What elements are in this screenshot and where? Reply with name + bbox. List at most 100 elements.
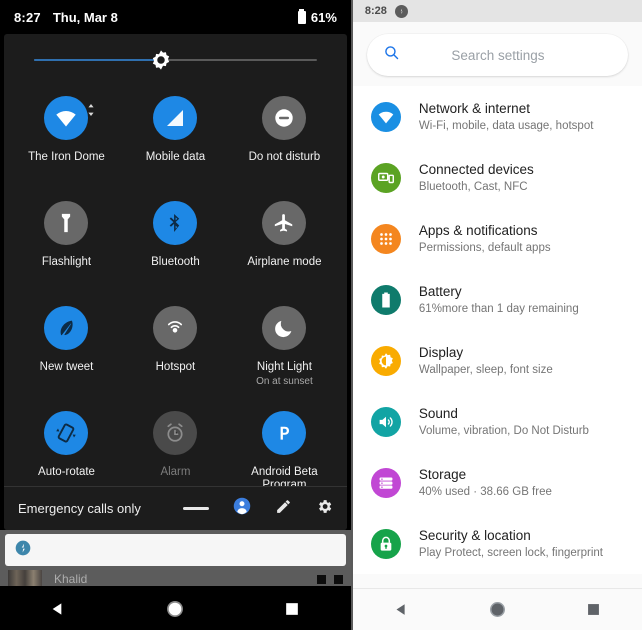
chevron-down-icon[interactable] <box>87 104 95 116</box>
qs-tile-label: Alarm <box>160 466 191 478</box>
back-triangle-icon[interactable] <box>371 589 431 630</box>
settings-item-subtitle: 40% used · 38.66 GB free <box>418 485 552 498</box>
settings-item-subtitle: Play Protect, screen lock, fingerprint <box>418 546 603 559</box>
search-bar[interactable]: Search settings <box>366 34 628 76</box>
alarm-icon <box>153 411 198 455</box>
qs-tile-flashlight[interactable]: Flashlight <box>12 191 121 296</box>
qs-tile-label: Auto-rotate <box>38 466 95 478</box>
storage-icon <box>370 467 401 498</box>
settings-list-item[interactable]: Network & internet Wi-Fi, mobile, data us… <box>353 86 642 147</box>
search-input[interactable]: Search settings <box>400 48 596 63</box>
settings-status-bar: 8:28 <box>352 0 642 22</box>
settings-item-subtitle: Volume, vibration, Do Not Disturb <box>418 424 589 437</box>
qs-tile-label: Airplane mode <box>247 256 322 268</box>
settings-list-item[interactable]: Security & location Play Protect, screen … <box>353 513 642 574</box>
qs-tile-label: Hotspot <box>155 361 196 373</box>
qs-status-right: 61% <box>297 8 337 25</box>
qs-navigation-bar <box>0 588 351 630</box>
settings-item-subtitle: 61%more than 1 day remaining <box>418 302 579 315</box>
qs-status-time: 8:27 <box>14 9 41 25</box>
hotspot-icon <box>153 306 198 350</box>
do-not-disturb-icon <box>262 96 307 140</box>
brightness-track[interactable] <box>34 50 317 70</box>
back-triangle-icon[interactable] <box>28 588 88 630</box>
brightness-slider-row[interactable] <box>4 34 347 86</box>
qs-tile-label: The Iron Dome <box>28 151 105 163</box>
qs-tile-mobile-data[interactable]: Mobile data <box>121 86 230 191</box>
settings-item-text: Apps & notifications Permissions, default… <box>419 222 551 256</box>
settings-list-item[interactable]: Battery 61%more than 1 day remaining <box>353 269 642 330</box>
airplane-icon <box>262 201 307 245</box>
qs-tile-night-light[interactable]: Night Light On at sunset <box>230 296 339 401</box>
dual-screenshot-root: 8:27 Thu, Mar 8 61% The Iron Dome Mobile… <box>0 0 642 630</box>
qs-battery-percent: 61% <box>310 9 337 25</box>
settings-item-title: Display <box>418 344 464 360</box>
qs-tile-wifi[interactable]: The Iron Dome <box>12 86 121 191</box>
settings-item-text: Display Wallpaper, sleep, font size <box>419 344 553 378</box>
app-badge-icon <box>394 4 408 18</box>
notification-shade-peek: Khalid <box>0 530 351 586</box>
notification-thumbnail <box>8 570 42 586</box>
qs-tile-airplane[interactable]: Airplane mode <box>230 191 339 296</box>
settings-list-item[interactable]: Apps & notifications Permissions, default… <box>353 208 642 269</box>
qs-tile-hotspot[interactable]: Hotspot <box>121 296 230 401</box>
android-beta-icon <box>262 411 307 455</box>
qs-tile-dnd[interactable]: Do not disturb <box>230 86 339 191</box>
quick-settings-sheet: The Iron Dome Mobile data Do not disturb Fl… <box>4 34 347 530</box>
notification-sender: Khalid <box>54 572 88 586</box>
user-avatar-icon[interactable] <box>233 497 251 520</box>
qs-footer-bar: Emergency calls only <box>4 486 347 530</box>
bluetooth-icon <box>153 201 198 245</box>
qs-tile-sublabel: On at sunset <box>256 376 313 387</box>
settings-item-text: Storage 40% used · 38.66 GB free <box>419 466 552 500</box>
settings-list-item[interactable]: Connected devices Bluetooth, Cast, NFC <box>353 147 642 208</box>
qs-tile-label: New tweet <box>39 361 94 373</box>
settings-app-panel: 8:28 Search settings Network & internet W… <box>352 0 642 630</box>
settings-item-subtitle: Permissions, default apps <box>418 241 551 254</box>
signal-cellular-icon <box>153 96 198 140</box>
search-container: Search settings <box>352 22 642 86</box>
settings-item-title: Security & location <box>418 527 531 543</box>
moon-icon <box>262 306 307 350</box>
settings-item-title: Storage <box>418 466 467 482</box>
battery-icon <box>297 8 306 24</box>
volume-icon <box>370 406 401 437</box>
qs-tile-label: Do not disturb <box>248 151 321 163</box>
settings-item-title: Connected devices <box>418 161 534 177</box>
gear-icon[interactable] <box>316 498 333 520</box>
settings-item-text: Sound Volume, vibration, Do Not Disturb <box>419 405 589 439</box>
pencil-icon[interactable] <box>275 498 292 520</box>
settings-item-title: Apps & notifications <box>418 222 538 238</box>
recents-square-icon[interactable] <box>564 589 624 630</box>
qs-tile-label: Bluetooth <box>151 256 200 268</box>
quick-settings-panel: 8:27 Thu, Mar 8 61% The Iron Dome Mobile… <box>0 0 351 630</box>
dash-handle-icon[interactable] <box>182 507 209 510</box>
app-badge-icon <box>15 540 31 561</box>
qs-tile-label: Night Light <box>256 361 312 373</box>
settings-item-subtitle: Bluetooth, Cast, NFC <box>418 180 528 193</box>
settings-item-title: Battery <box>418 283 462 299</box>
connected-devices-icon <box>370 162 401 193</box>
settings-list-item[interactable]: Display Wallpaper, sleep, font size <box>353 330 642 391</box>
flashlight-icon <box>44 201 89 245</box>
qs-tile-new-tweet[interactable]: New tweet <box>12 296 121 401</box>
notification-card[interactable] <box>5 534 346 566</box>
settings-list-item[interactable]: Sound Volume, vibration, Do Not Disturb <box>353 391 642 452</box>
settings-navigation-bar <box>352 588 642 630</box>
lock-icon <box>370 528 401 559</box>
qs-tile-bluetooth[interactable]: Bluetooth <box>121 191 230 296</box>
brightness-icon[interactable] <box>150 49 172 71</box>
quick-settings-tiles: The Iron Dome Mobile data Do not disturb Fl… <box>4 86 347 506</box>
home-circle-icon[interactable] <box>145 588 205 630</box>
screen-rotation-icon <box>44 411 89 455</box>
qs-tile-label: Flashlight <box>41 256 92 268</box>
notification-row[interactable]: Khalid <box>0 568 351 586</box>
wifi-icon <box>44 96 89 140</box>
settings-item-subtitle: Wallpaper, sleep, font size <box>418 363 553 376</box>
settings-item-text: Security & location Play Protect, screen … <box>419 527 603 561</box>
recents-square-icon[interactable] <box>262 588 322 630</box>
qs-tile-label: Mobile data <box>145 151 206 163</box>
settings-list-item[interactable]: Storage 40% used · 38.66 GB free <box>353 452 642 513</box>
home-circle-icon[interactable] <box>467 589 527 630</box>
qs-status-date: Thu, Mar 8 <box>52 9 118 25</box>
